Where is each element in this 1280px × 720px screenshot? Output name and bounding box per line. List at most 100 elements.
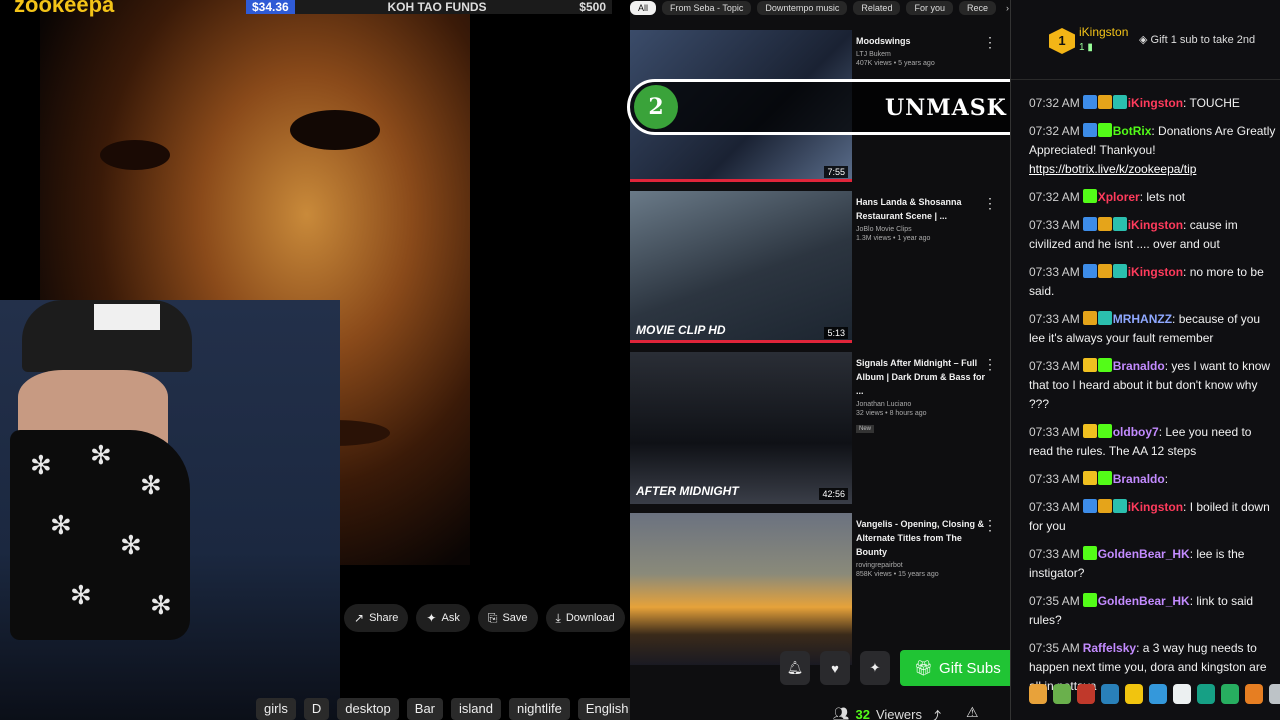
message-username[interactable]: iKingston	[1128, 218, 1183, 232]
heart-icon[interactable]: ♥	[820, 651, 850, 685]
video-title[interactable]: Vangelis - Opening, Closing & Alternate …	[856, 517, 986, 559]
emote-icon[interactable]	[1197, 684, 1215, 704]
filter-chip[interactable]: Related	[853, 1, 901, 15]
message-time: 07:33 AM	[1029, 218, 1080, 232]
more-options-icon[interactable]: ⋮	[983, 195, 997, 212]
filter-chips: All From Seba - Topic Downtempo music Relat…	[630, 0, 1009, 16]
user-badge-icon	[1112, 499, 1127, 513]
share-icon[interactable]: ⤴	[928, 706, 941, 720]
more-options-icon[interactable]: ⋮	[983, 34, 997, 51]
gift-subs-label: Gift Subs	[939, 659, 1001, 677]
emote-icon[interactable]	[1245, 684, 1263, 704]
chat-message: 07:33 AM GoldenBear_HK: lee is the instig…	[1029, 545, 1277, 583]
video-channel[interactable]: Jonathan Luciano	[856, 401, 986, 408]
gift-hint[interactable]: ◈ Gift 1 sub to take 2nd	[1139, 33, 1255, 46]
message-time: 07:35 AM	[1029, 641, 1080, 655]
chat-message: 07:35 AM GoldenBear_HK: link to said rule…	[1029, 592, 1277, 630]
user-badge-icon	[1082, 424, 1097, 438]
user-badge-icon	[1082, 189, 1097, 203]
bandana: ✻ ✻ ✻ ✻ ✻ ✻ ✻	[10, 430, 190, 640]
emote-icon[interactable]	[1053, 684, 1071, 704]
ask-icon: ✦	[426, 611, 437, 625]
filter-chip[interactable]: All	[630, 1, 657, 15]
suggested-video[interactable]: AFTER MIDNIGHT 42:56 Signals After Midnigh…	[630, 352, 1005, 507]
emote-icon[interactable]	[1221, 684, 1239, 704]
emote-icon[interactable]	[1125, 684, 1143, 704]
suggested-video[interactable]: MOVIE CLIP HD 5:13 Hans Landa & Shosanna R…	[630, 191, 1005, 346]
filter-chip[interactable]: Rece	[958, 1, 996, 15]
message-link[interactable]: https://botrix.live/k/zookeepa/tip	[1029, 162, 1196, 176]
message-username[interactable]: GoldenBear_HK	[1098, 594, 1190, 608]
stream-tag[interactable]: Bar	[406, 698, 444, 720]
emote-icon[interactable]	[1101, 684, 1119, 704]
message-username[interactable]: iKingston	[1128, 500, 1183, 514]
video-channel[interactable]: rovingrepairbot	[856, 562, 986, 569]
message-username[interactable]: iKingston	[1128, 96, 1183, 110]
stream-tag[interactable]: D	[303, 698, 330, 720]
message-username[interactable]: GoldenBear_HK	[1098, 547, 1190, 561]
top-gifter-name[interactable]: iKingston	[1079, 25, 1128, 39]
gift-subs-button[interactable]: 🎁︎ Gift Subs	[900, 650, 1015, 686]
stream-tag[interactable]: English	[577, 698, 630, 720]
video-action-share[interactable]: ↗ Share	[344, 604, 409, 632]
filter-chip[interactable]: For you	[906, 1, 953, 15]
video-thumbnail[interactable]: MOVIE CLIP HD 5:13	[630, 191, 852, 343]
stream-tag[interactable]: desktop	[337, 698, 399, 720]
viewer-count: 👥︎ 32 Viewers	[833, 706, 922, 720]
emote-icon[interactable]	[1029, 684, 1047, 704]
video-thumbnail[interactable]: AFTER MIDNIGHT 42:56	[630, 352, 852, 504]
message-time: 07:33 AM	[1029, 265, 1080, 279]
video-title[interactable]: Moodswings	[856, 34, 986, 48]
video-action-label: Save	[502, 612, 528, 624]
video-channel[interactable]: LTJ Bukem	[856, 51, 986, 58]
alert-icon[interactable]: ⚠	[966, 704, 979, 720]
stream-tag[interactable]: island	[451, 698, 501, 720]
message-username[interactable]: BotRix	[1113, 124, 1152, 138]
video-action-ask[interactable]: ✦ Ask	[416, 604, 470, 632]
message-username[interactable]: Raffelsky	[1083, 641, 1136, 655]
user-badge-icon	[1082, 123, 1097, 137]
filter-chip[interactable]: From Seba - Topic	[662, 1, 752, 15]
emote-icon[interactable]	[1149, 684, 1167, 704]
unmask-word: UNMASK	[885, 95, 1007, 121]
chat-message: 07:33 AM Branaldo:	[1029, 470, 1277, 489]
message-time: 07:33 AM	[1029, 359, 1080, 373]
thumbnail-label: MOVIE CLIP HD	[636, 323, 726, 337]
message-username[interactable]: iKingston	[1128, 265, 1183, 279]
message-username[interactable]: Branaldo	[1113, 472, 1165, 486]
stream-tag[interactable]: nightlife	[508, 698, 570, 720]
video-action-save[interactable]: ⎘ Save	[477, 604, 538, 632]
chevron-right-icon[interactable]: ›	[1006, 3, 1009, 13]
sparkle-icon[interactable]: ✦	[860, 651, 890, 685]
top-gifter-subs: 1 ▮	[1079, 42, 1093, 53]
emote-icon[interactable]	[1173, 684, 1191, 704]
save-icon: ⎘	[487, 610, 498, 625]
suggested-video[interactable]: Vangelis - Opening, Closing & Alternate …	[630, 513, 1005, 668]
message-username[interactable]: oldboy7	[1113, 425, 1159, 439]
funds-title: KOH TAO FUNDS	[387, 0, 487, 14]
bell-icon[interactable]: 🔔︎	[780, 651, 810, 685]
funds-goal-bar: $34.36 KOH TAO FUNDS $500	[246, 0, 612, 14]
emote-icon[interactable]	[1269, 684, 1280, 704]
video-meta: 407K views • 5 years ago	[856, 60, 935, 67]
message-time: 07:32 AM	[1029, 190, 1080, 204]
video-title[interactable]: Signals After Midnight – Full Album | Da…	[856, 356, 986, 398]
message-username[interactable]: MRHANZZ	[1113, 312, 1172, 326]
filter-chip[interactable]: Downtempo music	[757, 1, 848, 15]
stream-tags: girls Ddesktop Bar island nightlife English	[256, 698, 630, 720]
video-action-download[interactable]: ⤓ Download	[545, 604, 625, 632]
video-title[interactable]: Hans Landa & Shosanna Restaurant Scene |…	[856, 195, 986, 223]
message-text: : lets not	[1139, 190, 1186, 204]
more-options-icon[interactable]: ⋮	[983, 517, 997, 534]
chat-messages: 07:32 AM iKingston: TOUCHE 07:32 AM BotRix:…	[1029, 94, 1277, 705]
video-action-label: Download	[565, 612, 615, 624]
video-meta: 858K views • 15 years ago	[856, 571, 939, 578]
video-thumbnail[interactable]	[630, 513, 852, 665]
more-options-icon[interactable]: ⋮	[983, 356, 997, 373]
video-channel[interactable]: JoBlo Movie Clips	[856, 226, 986, 233]
stream-tag[interactable]: girls	[256, 698, 296, 720]
emote-icon[interactable]	[1077, 684, 1095, 704]
message-username[interactable]: Xplorer	[1098, 190, 1140, 204]
new-badge: New	[856, 425, 875, 433]
message-username[interactable]: Branaldo	[1113, 359, 1165, 373]
